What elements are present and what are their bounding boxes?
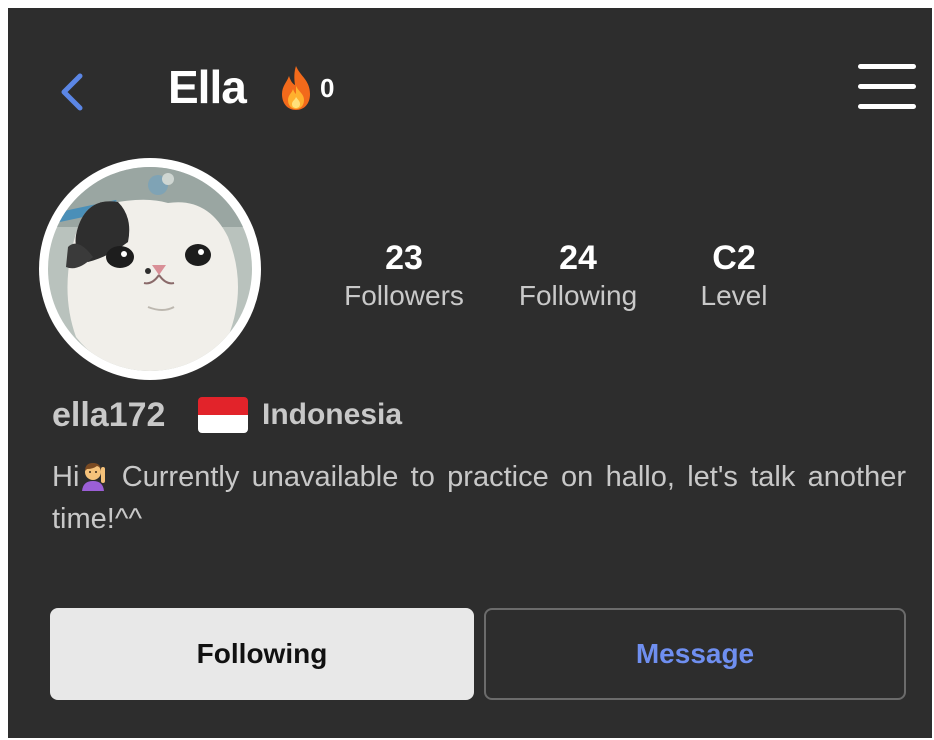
- hamburger-menu-icon: [858, 64, 916, 69]
- menu-button[interactable]: [858, 62, 920, 114]
- hamburger-menu-icon: [858, 104, 916, 109]
- back-button[interactable]: [52, 70, 96, 114]
- stat-following[interactable]: 24 Following: [502, 238, 654, 314]
- message-button[interactable]: Message: [484, 608, 906, 700]
- followers-label: Followers: [344, 280, 464, 311]
- bio-greeting: Hi: [52, 461, 80, 493]
- level-value: C2: [712, 239, 756, 277]
- country-name: Indonesia: [262, 398, 403, 431]
- profile-screen: Ella 0 23 Followers 24 Following C2 Leve…: [8, 8, 932, 738]
- cat-avatar-icon: [48, 167, 252, 371]
- hamburger-menu-icon: [858, 84, 916, 89]
- streak-count: 0: [320, 72, 335, 103]
- person-raising-hand-emoji: [82, 463, 106, 491]
- followers-count: 23: [385, 239, 423, 277]
- stat-level[interactable]: C2 Level: [680, 238, 788, 314]
- level-label: Level: [700, 280, 768, 311]
- bio-message: Currently unavailable to practice on hal…: [52, 461, 906, 535]
- avatar[interactable]: [39, 158, 261, 380]
- fire-icon: [282, 66, 310, 110]
- following-button[interactable]: Following: [50, 608, 474, 700]
- profile-title: Ella: [168, 61, 247, 113]
- chevron-left-icon: [61, 73, 83, 111]
- bio-text: Hi Currently unavailable to practice on …: [52, 456, 906, 540]
- following-count: 24: [559, 239, 597, 277]
- indonesia-flag-icon: [198, 397, 248, 433]
- following-label: Following: [518, 280, 638, 311]
- streak-indicator: 0: [276, 64, 334, 112]
- stat-followers[interactable]: 23 Followers: [334, 238, 474, 314]
- username: ella172: [52, 396, 166, 434]
